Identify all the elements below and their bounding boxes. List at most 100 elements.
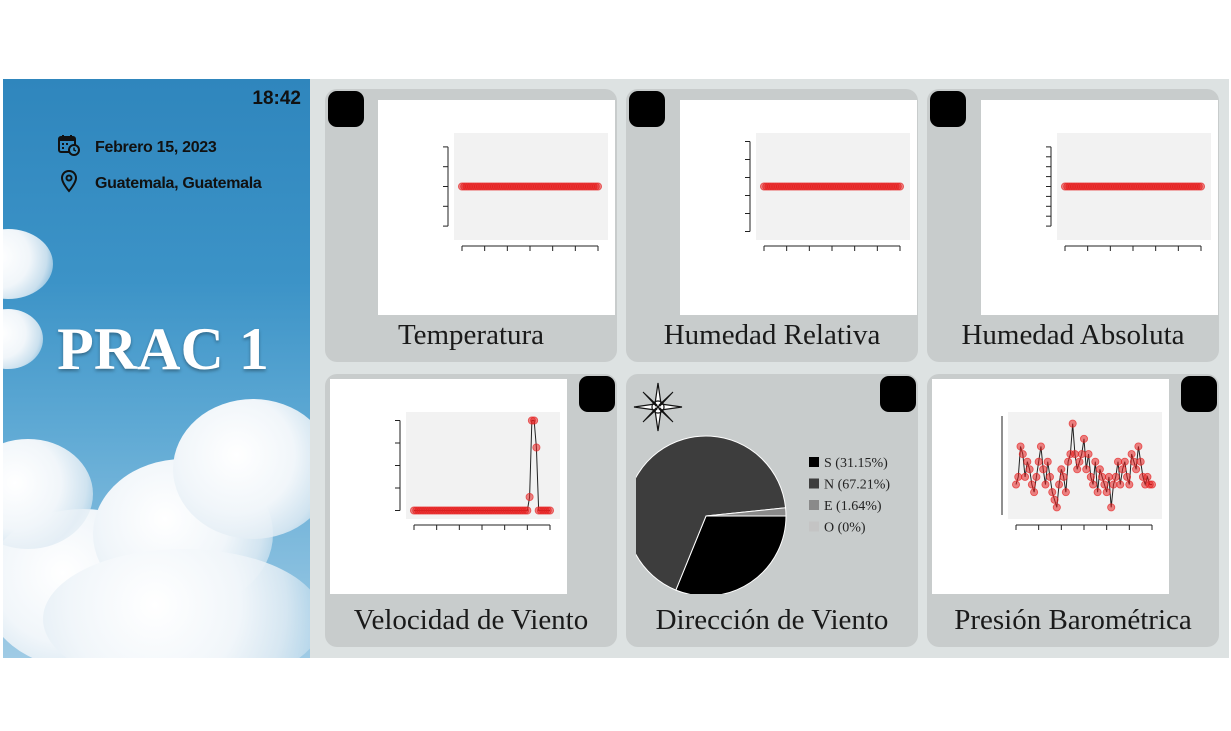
data-point [1147, 480, 1156, 489]
date-row: Febrero 15, 2023 [57, 133, 217, 162]
data-point [1048, 488, 1057, 497]
chart-temperatura [443, 133, 608, 251]
data-point [1016, 442, 1025, 451]
indicator-badge-direccion-viento[interactable] [880, 376, 916, 412]
legend-label: E (1.64%) [824, 499, 882, 514]
indicator-badge-humedad-absoluta[interactable] [930, 91, 966, 127]
card-humedad-absoluta: Humedad Absoluta [927, 89, 1219, 362]
data-point [525, 493, 534, 502]
card-direccion-viento: S (31.15%) N (67.21%) E (1.64%) O (0%) Dire… [626, 374, 918, 647]
indicator-badge-temperatura[interactable] [328, 91, 364, 127]
data-point [1107, 503, 1116, 512]
data-point [1059, 472, 1068, 481]
data-point [1196, 182, 1205, 191]
data-point [1091, 457, 1100, 466]
data-point [1030, 488, 1039, 497]
card-label-velocidad-viento: Velocidad de Viento [353, 604, 589, 636]
data-point [1041, 480, 1050, 489]
date-text: Febrero 15, 2023 [95, 138, 217, 156]
data-point [1055, 480, 1064, 489]
card-label-humedad-relativa: Humedad Relativa [663, 319, 881, 351]
pie-legend: S (31.15%) N (67.21%) E (1.64%) O (0%) [809, 456, 890, 536]
legend-swatch [809, 521, 819, 532]
card-label-temperatura: Temperatura [397, 319, 545, 351]
data-point [1039, 465, 1048, 474]
data-point [1068, 419, 1077, 428]
data-point [1104, 472, 1113, 481]
data-point [1061, 488, 1070, 497]
plot-humedad-relativa [680, 100, 917, 315]
data-point [545, 506, 554, 515]
data-point [532, 443, 541, 452]
legend-swatch [809, 457, 819, 467]
data-point [1032, 472, 1041, 481]
data-point [1084, 450, 1093, 459]
card-velocidad-viento: Velocidad de Viento [325, 374, 617, 647]
plot-temperatura [378, 100, 615, 315]
data-point [1052, 503, 1061, 512]
data-point [1075, 457, 1084, 466]
data-point [1129, 457, 1138, 466]
indicator-badge-presion-barometrica[interactable] [1181, 376, 1217, 412]
data-point [1113, 457, 1122, 466]
data-point [1136, 457, 1145, 466]
chart-humedad-relativa [745, 133, 910, 251]
indicator-badge-velocidad-viento[interactable] [579, 376, 615, 412]
data-point [1046, 472, 1055, 481]
data-point [1111, 472, 1120, 481]
chart-presion-barometrica [1001, 412, 1162, 530]
data-point [1109, 480, 1118, 489]
data-point [1132, 465, 1141, 474]
data-point [530, 416, 539, 425]
location-text: Guatemala, Guatemala [95, 174, 262, 192]
legend-label: S (31.15%) [824, 456, 888, 471]
data-point [1043, 457, 1052, 466]
location-row: Guatemala, Guatemala [57, 169, 262, 198]
card-label-direccion-viento: Dirección de Viento [655, 604, 889, 636]
data-point [1125, 480, 1134, 489]
data-point [895, 182, 904, 191]
chart-velocidad-viento [395, 412, 560, 530]
page-title: PRAC 1 [57, 316, 269, 382]
plot-area [1008, 412, 1162, 519]
data-point [1082, 465, 1091, 474]
calendar-clock-icon [57, 133, 81, 162]
data-point [1118, 465, 1127, 474]
data-point [1036, 442, 1045, 451]
chart-humedad-absoluta [1046, 133, 1211, 251]
data-point [1089, 480, 1098, 489]
data-point [1116, 480, 1125, 489]
card-label-presion-barometrica: Presión Barométrica [954, 604, 1192, 636]
data-point [593, 182, 602, 191]
data-point [523, 506, 532, 515]
data-point [1012, 480, 1021, 489]
card-presion-barometrica: Presión Barométrica [927, 374, 1219, 647]
data-point [1086, 472, 1095, 481]
data-point [1098, 472, 1107, 481]
card-temperatura: Temperatura [325, 89, 617, 362]
legend-swatch [809, 478, 819, 489]
data-point [1064, 457, 1073, 466]
chart-direccion-viento: S (31.15%) N (67.21%) E (1.64%) O (0%) [636, 435, 890, 594]
data-point [1027, 480, 1036, 489]
clock-time: 18:42 [252, 88, 301, 109]
data-point [1123, 472, 1132, 481]
data-point [1050, 495, 1059, 504]
plot-humedad-absoluta [981, 100, 1218, 315]
data-point [1023, 457, 1032, 466]
data-point [1034, 457, 1043, 466]
data-point [1102, 488, 1111, 497]
data-point [1127, 450, 1136, 459]
map-pin-icon [57, 169, 81, 198]
data-point [1134, 442, 1143, 451]
data-point [1100, 480, 1109, 489]
data-point [1077, 450, 1086, 459]
data-point [1021, 472, 1030, 481]
card-humedad-relativa: Humedad Relativa [626, 89, 918, 362]
plot-presion-barometrica [932, 379, 1169, 594]
legend-swatch [809, 500, 819, 510]
sidebar-panel: 18:42 Febrero 15, 2023 Guatemala, Guatem… [3, 79, 310, 658]
data-point [1018, 450, 1027, 459]
data-point [1093, 488, 1102, 497]
indicator-badge-humedad-relativa[interactable] [629, 91, 665, 127]
